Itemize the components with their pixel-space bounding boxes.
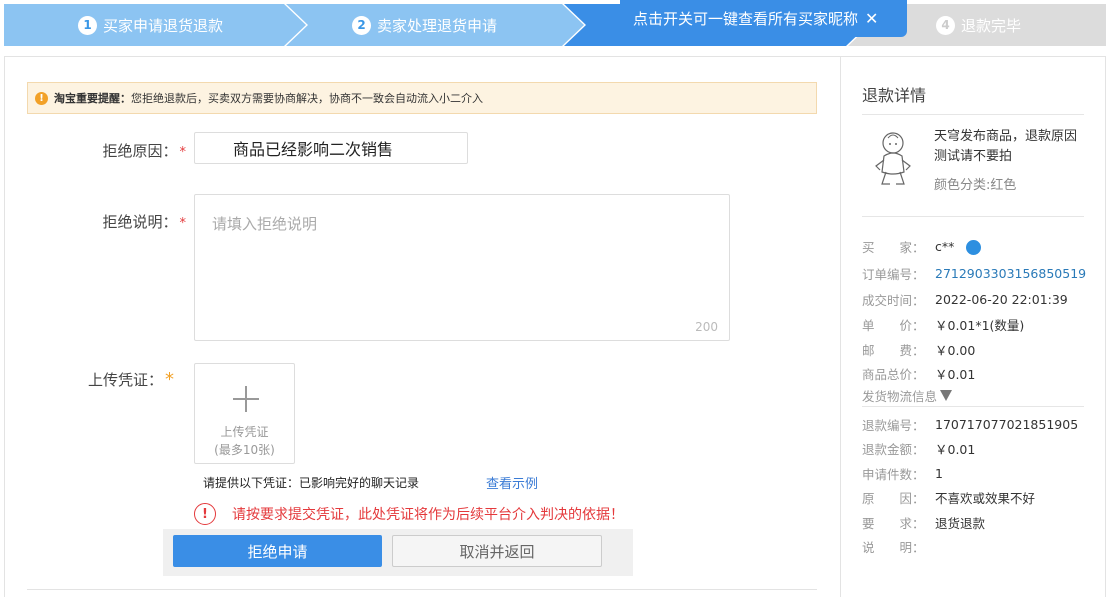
product-name[interactable]: 天穹发布商品，退款原因测试请不要拍 (934, 127, 1084, 167)
refund-reason-row: 原 因： 不喜欢或效果不好 (862, 488, 1035, 507)
reject-description-placeholder: 请填入拒绝说明 (212, 215, 318, 233)
total-price-key: 商品总价： (862, 367, 925, 382)
step-2-number: 2 (352, 15, 371, 35)
requirement-row: 要 求： 退货退款 (862, 513, 985, 532)
warning-icon: ! (35, 91, 48, 105)
reject-description-input[interactable]: 请填入拒绝说明 200 (194, 194, 730, 341)
reject-button[interactable]: 拒绝申请 (173, 535, 382, 567)
note-row: 说 明： (862, 537, 935, 556)
reject-reason-select[interactable]: 商品已经影响二次销售 (194, 132, 468, 164)
panel-divider-3 (862, 406, 1084, 407)
refund-number-row: 退款编号： 170717077021851905 (862, 415, 1078, 434)
deal-time-value: 2022-06-20 22:01:39 (935, 292, 1068, 307)
refund-reason-key: 原 因： (862, 491, 925, 506)
bottom-divider (27, 589, 817, 590)
requirement-value: 退货退款 (935, 516, 986, 531)
plus-icon (233, 386, 259, 412)
buyer-value: c** (935, 239, 955, 254)
reject-reason-label: 拒绝原因： * (76, 140, 186, 161)
panel-divider-1 (862, 114, 1084, 115)
step-4-label: 退款完毕 (961, 16, 1022, 35)
upload-proof-text: 上传凭证 (220, 425, 269, 439)
step-1-label: 买家申请退货退款 (103, 16, 224, 35)
error-message: ! 请按要求提交凭证，此处凭证将作为后续平台介入判决的依据！ (194, 503, 624, 525)
upload-limit-text: (最多10张) (214, 443, 275, 457)
buyer-nickname-tooltip: 点击开关可一键查看所有买家昵称 ✕ (620, 0, 907, 37)
item-count-value: 1 (935, 466, 943, 481)
warning-title: 淘宝重要提醒： (54, 92, 131, 105)
unit-price-key: 单 价： (862, 318, 925, 333)
postage-row: 邮 费： ￥0.00 (862, 340, 975, 359)
order-number-key: 订单编号： (862, 267, 925, 282)
unit-price-row: 单 价： ￥0.01*1(数量) (862, 315, 1024, 334)
requirement-key: 要 求： (862, 516, 925, 531)
item-count-row: 申请件数： 1 (862, 464, 943, 483)
refund-number-key: 退款编号： (862, 418, 925, 433)
refund-reason-value: 不喜欢或效果不好 (935, 491, 1036, 506)
step-4-number: 4 (936, 15, 955, 35)
progress-steps: 1 买家申请退货退款 2 卖家处理退货申请 4 退款完毕 (4, 0, 1106, 47)
postage-value: ￥0.00 (935, 343, 976, 358)
refund-amount-value: ￥0.01 (935, 442, 976, 457)
logistics-label: 发货物流信息 (862, 389, 938, 404)
error-text: 请按要求提交凭证，此处凭证将作为后续平台介入判决的依据！ (232, 507, 624, 523)
panel-title: 退款详情 (862, 86, 927, 105)
tooltip-text: 点击开关可一键查看所有买家昵称 (633, 10, 859, 28)
close-icon[interactable]: ✕ (865, 9, 878, 28)
upload-proof-label-text: 上传凭证： (87, 371, 163, 389)
reject-reason-label-text: 拒绝原因： (102, 142, 178, 160)
warning-banner: ! 淘宝重要提醒： 您拒绝退款后，买卖双方需要协商解决，协商不一致会自动流入小二… (27, 82, 817, 114)
buyer-key: 买 家： (862, 240, 925, 255)
postage-key: 邮 费： (862, 343, 925, 358)
refund-number-value: 170717077021851905 (935, 417, 1079, 432)
required-mark: * (165, 369, 174, 390)
total-price-value: ￥0.01 (935, 367, 976, 382)
panel-divider (840, 57, 841, 597)
logistics-toggle[interactable]: 发货物流信息 (862, 386, 953, 405)
total-price-row: 商品总价： ￥0.01 (862, 364, 975, 383)
step-4: 4 退款完毕 (936, 4, 1021, 46)
chat-icon[interactable] (966, 240, 982, 255)
reject-description-label-text: 拒绝说明： (102, 213, 178, 231)
note-key: 说 明： (862, 540, 925, 555)
product-sku: 颜色分类:红色 (934, 178, 1017, 193)
upload-proof-label: 上传凭证： * (64, 369, 174, 390)
error-icon: ! (194, 503, 216, 525)
step-2-label: 卖家处理退货申请 (377, 16, 498, 35)
char-count: 200 (695, 320, 718, 334)
refund-amount-row: 退款金额： ￥0.01 (862, 439, 975, 458)
deal-time-row: 成交时间： 2022-06-20 22:01:39 (862, 290, 1068, 309)
required-mark: * (179, 145, 187, 160)
reject-reason-value: 商品已经影响二次销售 (233, 140, 394, 159)
view-example-link[interactable]: 查看示例 (486, 473, 538, 492)
unit-price-value: ￥0.01*1(数量) (935, 318, 1025, 333)
panel-divider-2 (862, 216, 1084, 217)
item-count-key: 申请件数： (862, 467, 925, 482)
product-image[interactable] (866, 126, 916, 190)
step-1-number: 1 (78, 15, 97, 35)
deal-time-key: 成交时间： (862, 293, 925, 308)
proof-tip: 请提供以下凭证：已影响完好的聊天记录 (203, 476, 420, 490)
required-mark: * (179, 216, 187, 231)
step-1: 1 买家申请退货退款 (78, 4, 223, 46)
reject-description-label: 拒绝说明： * (76, 211, 186, 232)
order-number-row: 订单编号： 2712903303156850519 (862, 264, 1086, 283)
upload-proof-button[interactable]: 上传凭证 (最多10张) (194, 363, 295, 464)
refund-amount-key: 退款金额： (862, 442, 925, 457)
order-number-link[interactable]: 2712903303156850519 (935, 266, 1086, 281)
cancel-button[interactable]: 取消并返回 (392, 535, 602, 567)
buyer-row: 买 家： c** (862, 237, 982, 256)
warning-text: 您拒绝退款后，买卖双方需要协商解决，协商不一致会自动流入小二介入 (131, 92, 483, 105)
step-2: 2 卖家处理退货申请 (352, 4, 497, 46)
triangle-down-icon (940, 390, 953, 401)
